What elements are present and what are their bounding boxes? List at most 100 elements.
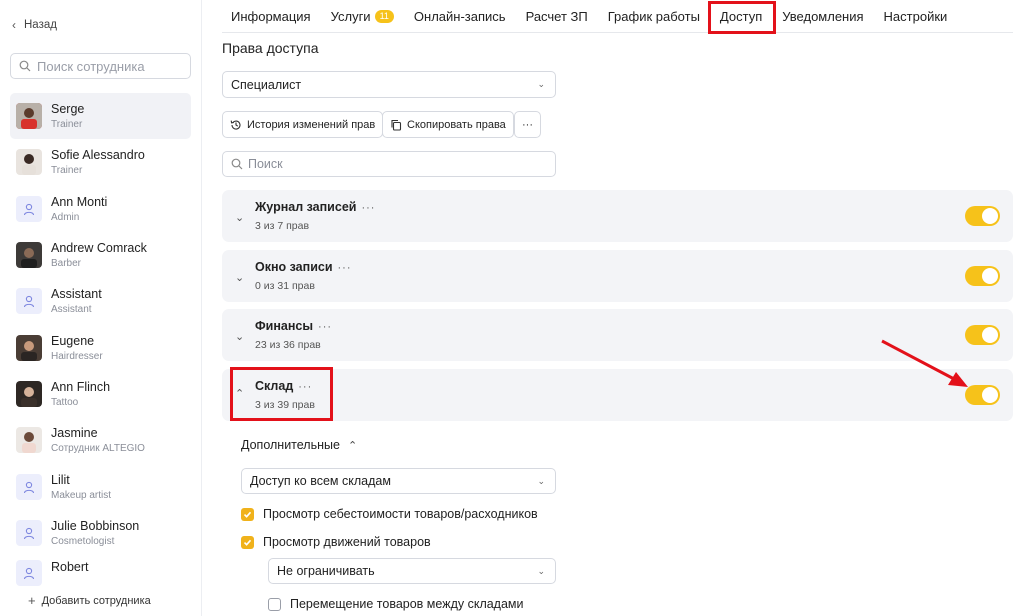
category-title: Склад ··· [255, 379, 312, 393]
employee-search [10, 53, 191, 79]
category-booking-window[interactable]: ⌄ Окно записи ··· 0 из 31 прав [222, 250, 1013, 302]
tab-payroll[interactable]: Расчет ЗП [516, 0, 598, 33]
warehouse-access-select[interactable]: Доступ ко всем складам ⌄ [241, 468, 556, 494]
employee-item[interactable]: Lilit Makeup artist [10, 463, 191, 509]
employee-search-input[interactable] [37, 58, 187, 74]
additional-label: Дополнительные [241, 438, 340, 452]
movements-limit-select[interactable]: Не ограничивать ⌄ [268, 558, 556, 584]
avatar [16, 103, 42, 130]
employee-item[interactable]: Jasmine Сотрудник ALTEGIO [10, 417, 191, 463]
category-more-icon[interactable]: ··· [318, 321, 332, 333]
employee-name: Assistant [51, 287, 102, 302]
tab-notifications[interactable]: Уведомления [772, 0, 873, 33]
category-title: Журнал записей ··· [255, 200, 375, 214]
category-title-text: Финансы [255, 319, 314, 333]
movements-view-checkbox[interactable] [241, 535, 254, 549]
category-title: Окно записи ··· [255, 260, 352, 274]
add-employee-label: Добавить сотрудника [41, 594, 151, 607]
employee-item[interactable]: Robert [10, 556, 191, 586]
category-title-text: Журнал записей [255, 200, 357, 214]
add-employee-button[interactable]: + Добавить сотрудника [28, 593, 151, 608]
movements-view-row: Просмотр движений товаров [241, 535, 431, 549]
movements-select-value: Не ограничивать [277, 564, 375, 578]
history-icon [230, 120, 241, 130]
tab-label: Услуги [330, 8, 371, 24]
transfer-checkbox[interactable] [268, 597, 281, 611]
category-toggle[interactable] [965, 266, 1000, 286]
employee-name: Andrew Comrack [51, 241, 147, 256]
employee-role: Barber [51, 258, 82, 270]
additional-toggle[interactable]: Дополнительные ⌃ [241, 438, 357, 452]
category-toggle[interactable] [965, 206, 1000, 226]
employee-item[interactable]: Assistant Assistant [10, 278, 191, 324]
tab-label: Уведомления [782, 8, 864, 24]
search-icon [19, 60, 31, 72]
copy-icon [391, 119, 402, 131]
employee-item[interactable]: Julie Bobbinson Cosmetologist [10, 510, 191, 556]
employee-item[interactable]: Ann Monti Admin [10, 186, 191, 232]
more-dots-icon: ··· [522, 118, 533, 131]
employee-item[interactable]: Serge Trainer [10, 93, 191, 140]
chevron-up-icon: ⌃ [347, 439, 358, 452]
copy-rights-button[interactable]: Скопировать права [382, 111, 514, 138]
avatar [16, 149, 42, 176]
tab-bar: Информация Услуги 11 Онлайн-запись Расчет… [222, 0, 1013, 34]
employee-role: Hairdresser [51, 350, 103, 362]
employee-item[interactable]: Ann Flinch Tattoo [10, 371, 191, 417]
tab-label: Информация [231, 8, 311, 24]
employee-item[interactable]: Sofie Alessandro Trainer [10, 139, 191, 185]
employee-name: Lilit [51, 472, 70, 487]
chevron-down-icon: ⌄ [537, 475, 545, 486]
avatar [16, 427, 42, 454]
tab-settings[interactable]: Настройки [874, 0, 958, 33]
tab-schedule[interactable]: График работы [598, 0, 710, 33]
role-select[interactable]: Специалист ⌄ [222, 71, 556, 98]
copy-button-label: Скопировать права [407, 118, 506, 131]
role-select-value: Специалист [231, 77, 302, 92]
employee-name: Eugene [51, 333, 95, 348]
count-badge: 11 [374, 9, 394, 23]
chevron-down-icon: ⌄ [235, 212, 245, 224]
cost-view-checkbox[interactable] [241, 507, 254, 521]
more-options-button[interactable]: ··· [514, 111, 541, 138]
tab-online-booking[interactable]: Онлайн-запись [404, 0, 516, 33]
transfer-row: Перемещение товаров между складами [268, 597, 524, 611]
tab-info[interactable]: Информация [222, 0, 321, 33]
cost-view-label: Просмотр себестоимости товаров/расходник… [263, 507, 538, 521]
back-link[interactable]: ‹ Назад [12, 18, 57, 32]
history-button[interactable]: История изменений прав [222, 111, 384, 138]
history-button-label: История изменений прав [247, 118, 376, 131]
user-placeholder-icon [16, 195, 42, 222]
category-count: 3 из 39 прав [255, 399, 315, 411]
search-icon [231, 158, 243, 170]
category-count: 3 из 7 прав [255, 220, 310, 232]
rights-search-input[interactable] [248, 157, 538, 171]
plus-icon: + [28, 593, 36, 608]
category-title: Финансы ··· [255, 319, 332, 333]
employee-sidebar: ‹ Назад Serge Trainer Sofie Alessandro Tra… [0, 0, 202, 616]
employee-name: Julie Bobbinson [51, 518, 140, 533]
category-title-text: Окно записи [255, 260, 333, 274]
employee-role: Assistant [51, 304, 92, 316]
employee-item[interactable]: Eugene Hairdresser [10, 324, 191, 370]
category-more-icon[interactable]: ··· [361, 202, 375, 214]
category-journal[interactable]: ⌄ Журнал записей ··· 3 из 7 прав [222, 190, 1013, 242]
employee-item[interactable]: Andrew Comrack Barber [10, 232, 191, 278]
employee-list: Serge Trainer Sofie Alessandro Trainer Ann… [10, 93, 191, 586]
employee-name: Robert [51, 559, 89, 574]
tab-access[interactable]: Доступ [707, 0, 777, 34]
tab-services[interactable]: Услуги 11 [321, 0, 404, 33]
category-more-icon[interactable]: ··· [338, 262, 352, 274]
employee-name: Sofie Alessandro [51, 148, 145, 163]
employee-name: Ann Flinch [51, 379, 111, 394]
tab-label: Доступ [719, 8, 763, 24]
category-count: 23 из 36 прав [255, 339, 321, 351]
tab-label: Расчет ЗП [525, 8, 588, 24]
employee-role: Cosmetologist [51, 535, 115, 547]
category-title-text: Склад [255, 379, 294, 393]
checkmark-icon [243, 511, 252, 518]
tab-label: Настройки [883, 8, 948, 24]
category-more-icon[interactable]: ··· [298, 381, 312, 393]
rights-search [222, 151, 556, 177]
tab-label: График работы [607, 8, 700, 24]
